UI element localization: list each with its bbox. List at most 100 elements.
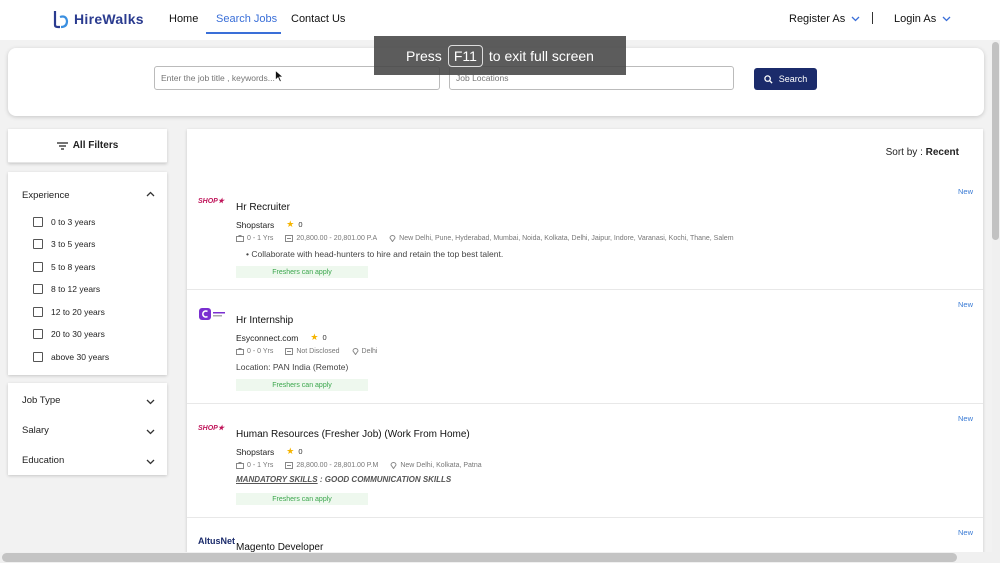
checkbox[interactable] [33,262,43,272]
hirewalks-logo-icon [53,11,69,29]
experience-option[interactable]: 5 to 8 years [33,262,95,272]
rating: 0 [322,333,327,342]
sort-label: Sort by : [885,147,923,158]
experience-option[interactable]: 12 to 20 years [33,307,105,317]
notice-press: Press [406,47,442,64]
all-filters-label: All Filters [72,140,119,151]
salary-value: Not Disclosed [296,347,340,355]
chevron-down-icon[interactable] [146,459,155,465]
search-button[interactable]: Search [754,68,817,90]
star-icon: ★ [286,219,295,229]
mouse-cursor-icon [275,70,284,83]
experience-option[interactable]: 3 to 5 years [33,239,95,249]
mandatory-skills-label: MANDATORY SKILLS [236,475,318,484]
checkbox[interactable] [33,239,43,249]
job-meta: 0 - 0 Yrs Not Disclosed Delhi [236,347,389,355]
rating: 0 [298,220,303,229]
company-row: Shopstars ★ 0 [236,446,303,457]
notice-text: to exit full screen [488,47,594,64]
new-badge: New [957,528,973,537]
experience-option[interactable]: 20 to 30 years [33,329,105,339]
top-navbar: HireWalks Home Search Jobs Contact Us Re… [0,0,1000,40]
experience-value: 0 - 1 Yrs [247,234,274,242]
register-dropdown[interactable]: Register As [789,13,860,25]
company-row: Esyconnect.com ★ 0 [236,332,327,343]
location-pin-icon [389,235,396,242]
chevron-down-icon[interactable] [146,429,155,435]
register-label: Register As [789,13,846,25]
experience-option[interactable]: 0 to 3 years [33,217,95,227]
job-title[interactable]: Human Resources (Fresher Job) (Work From… [236,429,470,440]
experience-heading[interactable]: Experience [22,190,70,201]
option-label: 20 to 30 years [51,329,105,339]
horizontal-scrollbar-thumb[interactable] [2,553,957,562]
nav-divider [872,12,873,24]
experience-option[interactable]: 8 to 12 years [33,284,100,294]
company-name[interactable]: Shopstars [236,447,274,457]
star-icon: ★ [286,446,295,456]
checkbox[interactable] [33,307,43,317]
location-value: New Delhi, Kolkata, Patna [400,461,482,469]
experience-value: 0 - 0 Yrs [247,347,274,355]
active-nav-indicator [206,32,281,34]
briefcase-icon [236,347,244,355]
job-title[interactable]: Hr Recruiter [236,202,290,213]
new-badge: New [957,187,973,196]
brand-logo[interactable]: HireWalks [52,9,144,29]
option-label: 3 to 5 years [51,239,96,249]
nav-home-link[interactable]: Home [169,13,198,25]
all-filters-header[interactable]: All Filters [8,129,167,163]
brand-name: HireWalks [74,11,144,27]
option-label: above 30 years [51,352,110,362]
location-value: New Delhi, Pune, Hyderabad, Mumbai, Noid… [399,234,734,242]
salary-filter[interactable]: Salary [22,425,49,436]
job-description: • Collaborate with head-hunters to hire … [246,249,504,259]
option-label: 8 to 12 years [51,284,101,294]
new-badge: New [957,300,973,309]
salary-value: 28,800.00 - 28,801.00 P.M [296,461,379,469]
experience-filter: Experience 0 to 3 years 3 to 5 years 5 t… [8,172,167,375]
job-card[interactable]: New SHOP★ Human Resources (Fresher Job) … [187,404,983,518]
company-logo: AltusNet [198,536,236,546]
chevron-up-icon[interactable] [146,191,155,197]
login-dropdown[interactable]: Login As [894,13,951,25]
option-label: 12 to 20 years [51,307,105,317]
job-description: MANDATORY SKILLS : GOOD COMMUNICATION SK… [236,475,451,484]
job-results-panel: Sort by : Recent New SHOP★ Hr Recruiter … [187,129,983,563]
checkbox[interactable] [33,352,43,362]
education-filter[interactable]: Education [22,455,64,466]
checkbox[interactable] [33,217,43,227]
salary-icon [285,461,294,469]
company-logo: SHOP★ [198,425,225,432]
location-pin-icon [352,348,359,355]
nav-contact-link[interactable]: Contact Us [291,13,345,25]
job-meta: 0 - 1 Yrs 20,800.00 - 20,801.00 P.A New … [236,234,746,242]
nav-search-jobs-link[interactable]: Search Jobs [216,13,277,25]
sort-value: Recent [925,147,959,158]
job-card[interactable]: New SHOP★ Hr Recruiter Shopstars ★ 0 0 -… [187,177,983,290]
salary-value: 20,800.00 - 20,801.00 P.A [296,234,378,242]
sort-by[interactable]: Sort by : Recent [886,147,959,158]
notice-key: F11 [447,44,483,67]
mandatory-skills-text: : GOOD COMMUNICATION SKILLS [317,475,452,484]
company-name[interactable]: Esyconnect.com [236,333,298,343]
chevron-down-icon[interactable] [146,399,155,405]
company-name[interactable]: Shopstars [236,220,274,230]
option-label: 0 to 3 years [51,217,96,227]
briefcase-icon [236,461,244,469]
chevron-down-icon [942,16,951,22]
company-logo [199,308,225,320]
star-icon: ★ [310,332,319,342]
checkbox[interactable] [33,284,43,294]
fullscreen-notice: Press F11 to exit full screen [374,36,626,75]
checkbox[interactable] [33,329,43,339]
job-type-filter[interactable]: Job Type [22,395,60,406]
company-logo: SHOP★ [198,198,225,205]
experience-option[interactable]: above 30 years [33,352,109,362]
vertical-scrollbar-thumb[interactable] [992,42,999,240]
freshers-tag: Freshers can apply [236,379,368,391]
location-pin-icon [390,462,397,469]
job-card[interactable]: New Hr Internship Esyconnect.com ★ 0 0 -… [187,290,983,404]
location-value: Delhi [361,347,378,355]
job-title[interactable]: Hr Internship [236,315,293,326]
